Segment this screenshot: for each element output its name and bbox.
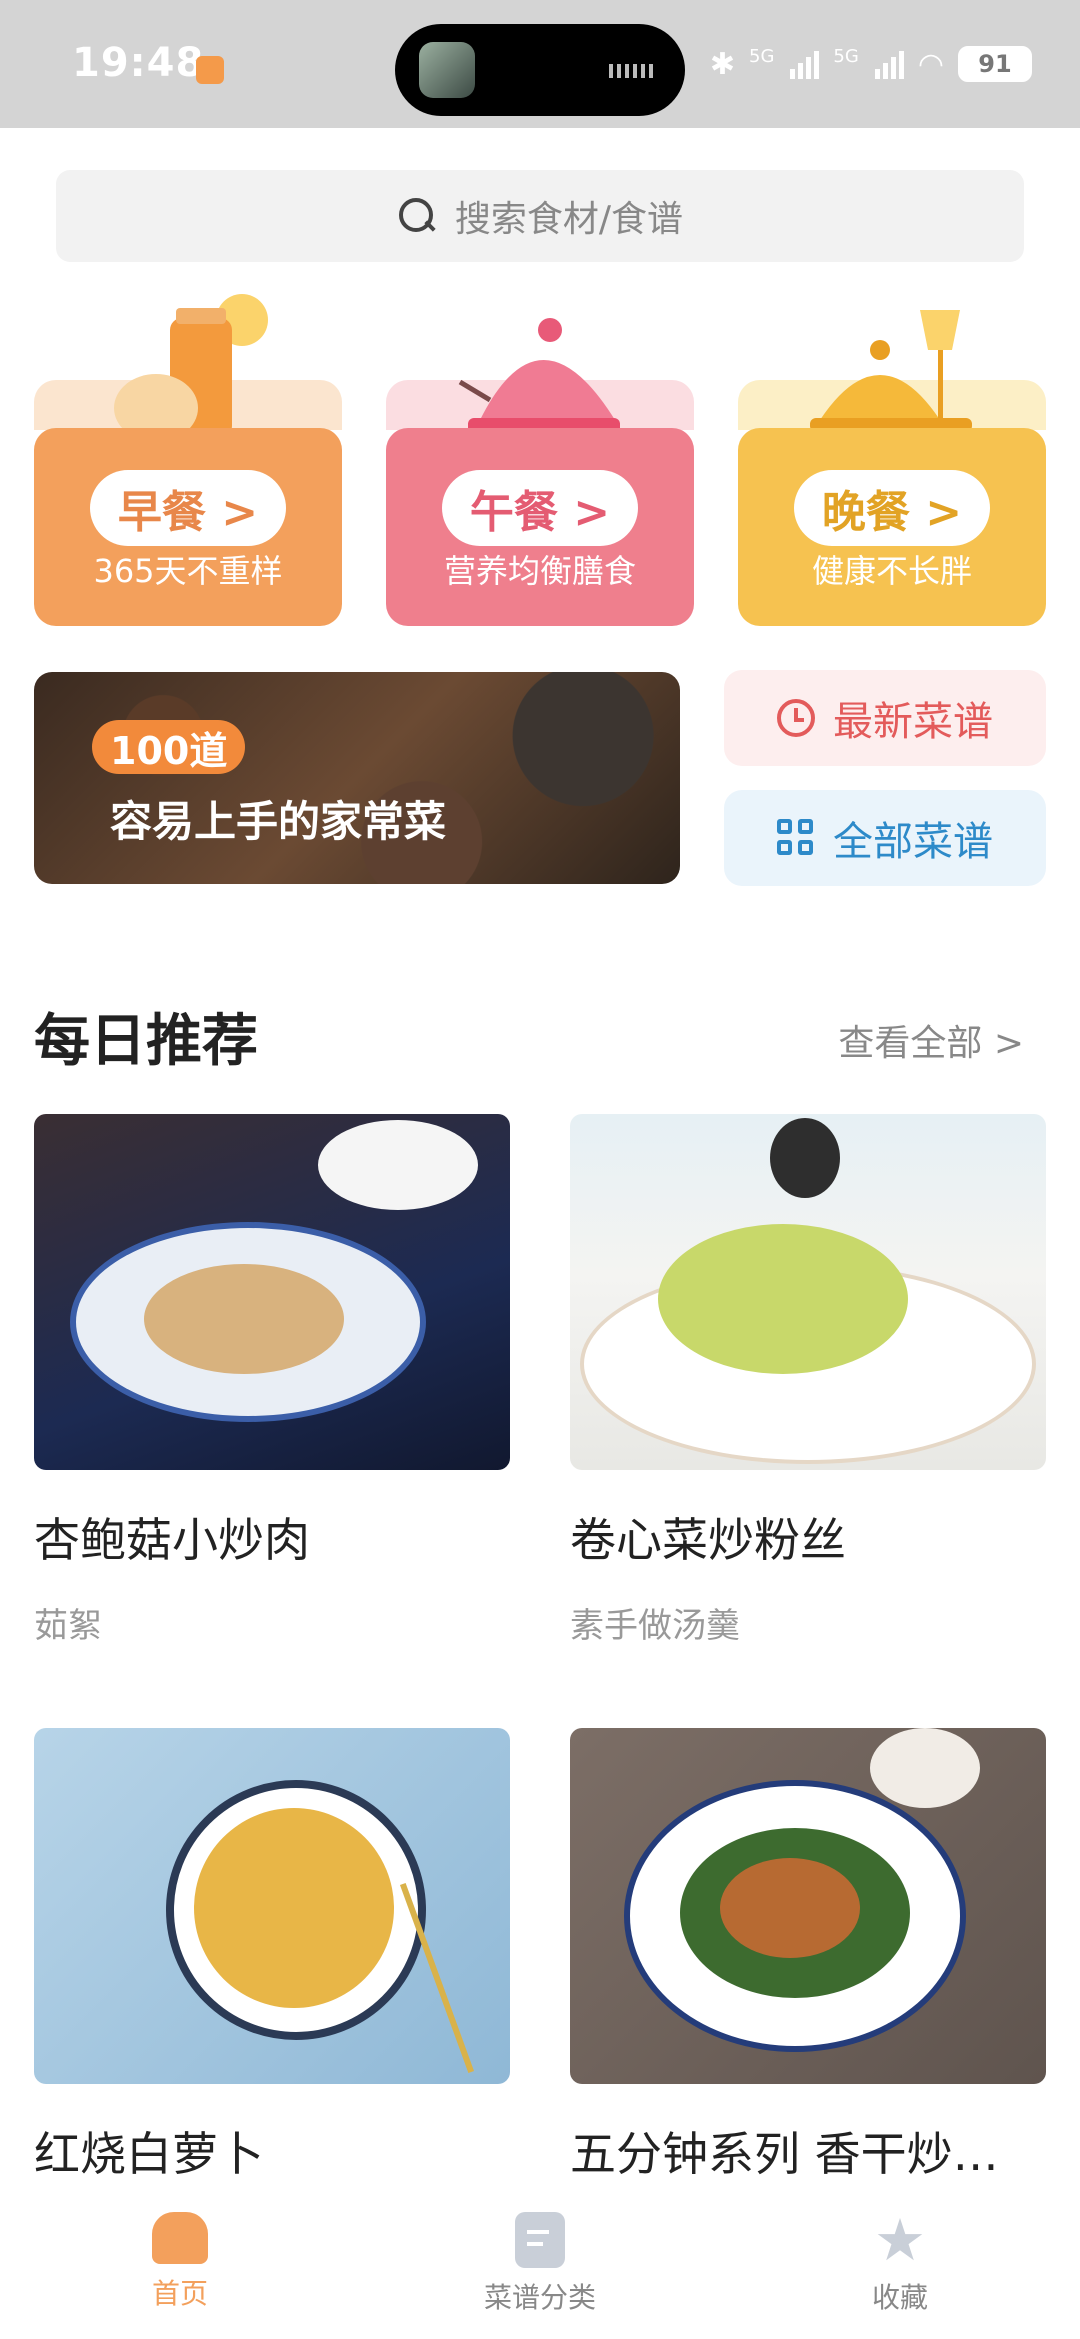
recipe-image [570, 1728, 1046, 2084]
latest-recipes-label: 最新菜谱 [833, 699, 993, 745]
search-icon [397, 196, 437, 236]
search-placeholder: 搜索食材/食谱 [454, 199, 684, 240]
tab-favorites-label: 收藏 [871, 2281, 928, 2314]
recipe-book-icon [515, 2212, 565, 2268]
battery-icon: 91 [958, 46, 1032, 82]
signal-icon-2 [874, 49, 904, 79]
clock-icon [777, 699, 815, 737]
banner-badge: 100道 [92, 720, 246, 774]
wifi-icon: ◠ [917, 46, 944, 82]
audio-wave-icon [609, 64, 655, 78]
search-bar[interactable]: 搜索食材/食谱 [56, 170, 1024, 262]
see-all-link[interactable]: 查看全部 > [838, 1014, 1024, 1066]
all-recipes-label: 全部菜谱 [833, 819, 993, 865]
notification-app-icon [196, 56, 224, 84]
island-avatar [419, 42, 475, 98]
network-label-2: 5G [833, 46, 859, 67]
recipe-image [570, 1114, 1046, 1470]
recipe-image [34, 1114, 510, 1470]
dinner-subtitle: 健康不长胖 [811, 552, 972, 590]
latest-recipes-button[interactable]: 最新菜谱 [724, 670, 1046, 766]
grid-icon [777, 819, 815, 857]
tab-home[interactable]: 首页 [80, 2212, 280, 2312]
recipe-author: 茹絮 [34, 1606, 102, 1646]
lunch-card[interactable]: 午餐 > 营养均衡膳食 [386, 428, 694, 626]
signal-icon [790, 49, 820, 79]
recipe-name: 红烧白萝卜 [34, 2127, 264, 2181]
section-title: 每日推荐 [34, 1009, 258, 1074]
status-time: 19:48 [72, 40, 205, 86]
recipe-card[interactable]: 红烧白萝卜 [34, 1728, 510, 2212]
lunch-button: 午餐 > [442, 470, 638, 546]
bottom-tab-bar: 首页 菜谱分类 ★ 收藏 [0, 2190, 1080, 2339]
lunch-subtitle: 营养均衡膳食 [443, 552, 636, 590]
recipe-card[interactable]: 卷心菜炒粉丝 素手做汤羹 [570, 1114, 1046, 1647]
recipe-name: 卷心菜炒粉丝 [570, 1513, 846, 1567]
breakfast-card[interactable]: 早餐 > 365天不重样 [34, 428, 342, 626]
recipe-image [34, 1728, 510, 2084]
recipe-name: 五分钟系列 香干炒… [570, 2127, 999, 2181]
star-icon: ★ [874, 2206, 926, 2274]
all-recipes-button[interactable]: 全部菜谱 [724, 790, 1046, 886]
status-bar: 19:48 ✱ 5G 5G ◠ 91 [0, 0, 1080, 128]
status-indicators: ✱ 5G 5G ◠ 91 [710, 46, 1032, 82]
recipe-card[interactable]: 五分钟系列 香干炒… [570, 1728, 1046, 2212]
tab-favorites[interactable]: ★ 收藏 [800, 2206, 1000, 2316]
dinner-button: 晚餐 > [794, 470, 990, 546]
tab-category[interactable]: 菜谱分类 [440, 2212, 640, 2316]
lunch-illustration-icon [458, 318, 620, 434]
breakfast-subtitle: 365天不重样 [93, 552, 283, 590]
home-cooking-banner[interactable]: 100道 容易上手的家常菜 [34, 672, 680, 884]
recipe-name: 杏鲍菇小炒肉 [34, 1513, 310, 1567]
tab-category-label: 菜谱分类 [483, 2281, 596, 2314]
banner-title: 容易上手的家常菜 [110, 797, 447, 846]
recipe-author: 素手做汤羹 [570, 1606, 740, 1646]
recipe-card[interactable]: 杏鲍菇小炒肉 茹絮 [34, 1114, 510, 1647]
breakfast-illustration-icon [114, 294, 268, 442]
breakfast-button: 早餐 > [90, 470, 286, 546]
tab-home-label: 首页 [151, 2277, 208, 2310]
network-label-1: 5G [749, 46, 775, 67]
bluetooth-icon: ✱ [709, 46, 735, 82]
dinner-card[interactable]: 晚餐 > 健康不长胖 [738, 428, 1046, 626]
home-icon [152, 2212, 208, 2264]
dynamic-island[interactable] [395, 24, 685, 116]
